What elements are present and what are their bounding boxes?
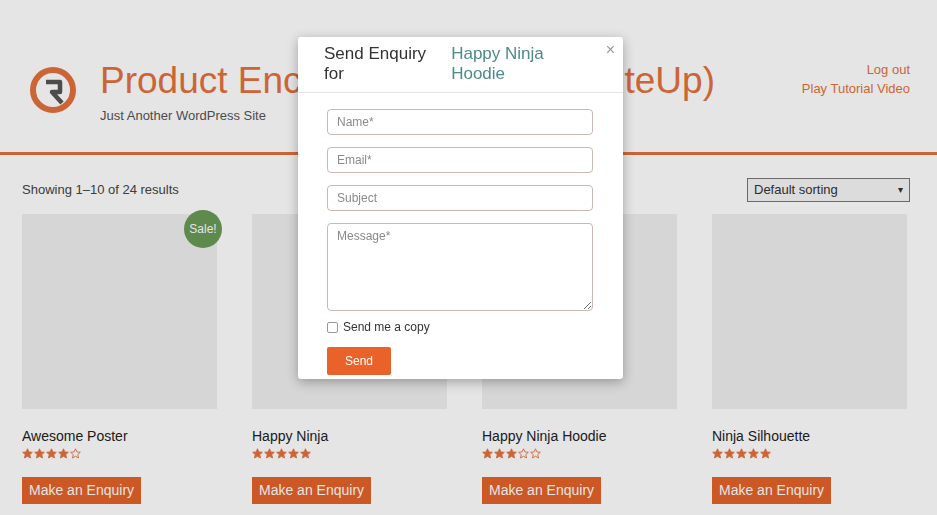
close-button[interactable]: × <box>606 40 615 60</box>
form-fields <box>327 109 593 311</box>
text-field[interactable] <box>327 185 593 211</box>
copy-option[interactable]: Send me a copy <box>327 318 593 336</box>
dialog-product: Happy Ninja Hoodie <box>451 44 597 84</box>
text-field[interactable] <box>327 147 593 173</box>
send-button[interactable]: Send <box>327 347 391 375</box>
enquiry-dialog: Send Enquiry forHappy Ninja Hoodie×Send … <box>298 37 623 379</box>
dialog-title: Send Enquiry for <box>324 44 446 84</box>
copy-label[interactable]: Send me a copy <box>343 318 430 336</box>
message-field[interactable] <box>327 223 593 311</box>
enquiry-form: Send me a copy Send <box>298 93 623 379</box>
text-field[interactable] <box>327 109 593 135</box>
copy-checkbox[interactable] <box>327 322 338 333</box>
dialog-header: Send Enquiry forHappy Ninja Hoodie × <box>298 37 623 93</box>
